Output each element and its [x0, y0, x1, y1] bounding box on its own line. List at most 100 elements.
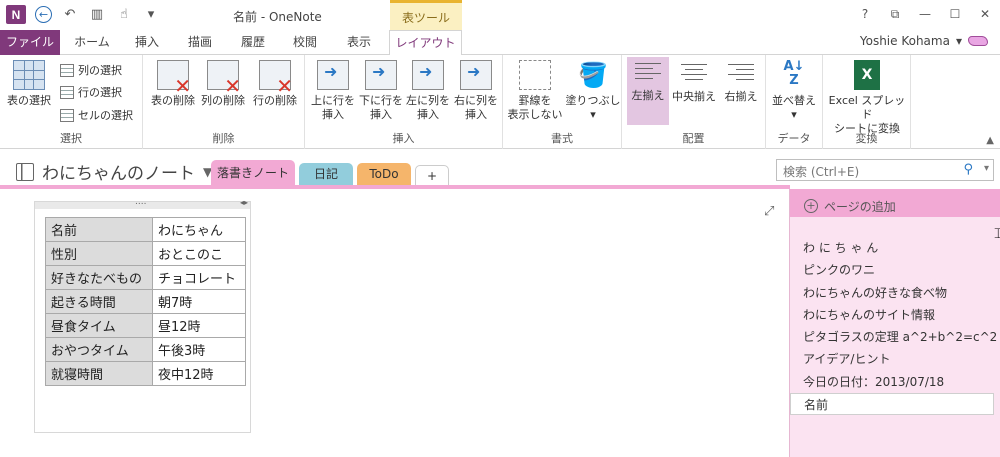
align-center-button[interactable]: 中央揃え: [671, 58, 717, 104]
table-cell-value[interactable]: わにちゃん: [152, 217, 246, 242]
page-list-item[interactable]: アイデア/ヒント: [790, 348, 1000, 370]
page-list: + ページの追加 わ に ち ゃ んピンクのワニ わにちゃんの好きな食べ物 わにちゃ…: [789, 189, 1000, 457]
tab-layout[interactable]: レイアウト: [389, 30, 462, 56]
user-account[interactable]: Yoshie Kohama ▾: [860, 34, 988, 48]
expand-icon[interactable]: ⤢: [764, 204, 774, 219]
table-cell-value[interactable]: 午後3時: [152, 337, 246, 362]
minimize-icon[interactable]: —: [910, 4, 940, 24]
group-label-align: 配置: [682, 132, 705, 145]
container-handle[interactable]: .... ◂▸: [35, 197, 250, 209]
table-tools-context-tab: 表ツール: [390, 0, 462, 30]
add-page-button[interactable]: + ページの追加: [790, 189, 1000, 217]
user-avatar-icon: [968, 36, 988, 46]
table-grid-icon: [13, 60, 45, 90]
search-icon[interactable]: ⚲: [963, 162, 973, 177]
resize-handle-icon[interactable]: ◂▸: [240, 198, 248, 207]
page-canvas[interactable]: .... ◂▸ 名前 わにちゃん 性別 おとこのこ 好きなたべもの チョコレート 起きる時間…: [0, 189, 789, 457]
touch-mode-icon[interactable]: ☝: [115, 6, 133, 24]
back-icon[interactable]: ←: [35, 6, 52, 23]
tab-home[interactable]: ホーム: [64, 30, 120, 55]
close-icon[interactable]: ✕: [970, 4, 1000, 24]
help-icon[interactable]: ?: [850, 4, 880, 24]
insert-row-above-button[interactable]: 上に行を 挿入: [311, 58, 355, 122]
table-row[interactable]: 名前 わにちゃん: [45, 217, 246, 242]
page-list-item[interactable]: わにちゃんのサイト情報: [790, 304, 1000, 326]
table-cell-key[interactable]: 昼食タイム: [45, 313, 153, 338]
sort-button[interactable]: A↓ Z 並べ替え ▾: [768, 58, 820, 122]
table-row[interactable]: 好きなたべもの チョコレート: [45, 265, 246, 290]
select-cell-button[interactable]: セルの選択: [60, 106, 133, 124]
group-format: 罫線を 表示しない 🪣 塗りつぶし ▾ 書式: [503, 55, 622, 149]
section-tab-rakugaki[interactable]: 落書きノート: [211, 160, 295, 186]
info-table[interactable]: 名前 わにちゃん 性別 おとこのこ 好きなたべもの チョコレート 起きる時間 朝7時 昼食タイム…: [45, 217, 246, 386]
table-cell-key[interactable]: おやつタイム: [45, 337, 153, 362]
table-row[interactable]: 昼食タイム 昼12時: [45, 313, 246, 338]
maximize-icon[interactable]: ☐: [940, 4, 970, 24]
align-left-button[interactable]: 左揃え: [627, 57, 669, 125]
plus-icon: +: [804, 199, 818, 213]
page-list-item[interactable]: ピタゴラスの定理 a^2+b^2=c^2: [790, 326, 1000, 348]
table-cell-key[interactable]: 好きなたべもの: [45, 265, 153, 290]
tab-file[interactable]: ファイル: [0, 30, 60, 55]
insert-column-right-button[interactable]: 右に列を 挿入: [453, 58, 499, 122]
tab-view[interactable]: 表示: [334, 30, 384, 55]
dock-icon[interactable]: ▥: [88, 6, 106, 24]
collapse-ribbon-icon[interactable]: ▲: [986, 135, 994, 146]
move-handle-icon[interactable]: ....: [135, 197, 146, 207]
page-list-item[interactable]: 名前: [790, 393, 994, 416]
insert-below-icon: [365, 60, 397, 90]
table-cell-key[interactable]: 性別: [45, 241, 153, 266]
convert-to-excel-button[interactable]: X Excel スプレッド シートに変換: [825, 58, 909, 136]
hide-borders-button[interactable]: 罫線を 表示しない: [505, 58, 565, 122]
table-cell-value[interactable]: チョコレート: [152, 265, 246, 290]
notebook-selector[interactable]: わにちゃんのノート ▼: [16, 159, 212, 184]
tab-draw[interactable]: 描画: [176, 30, 224, 55]
sort-dropdown-icon[interactable]: ▾: [768, 108, 820, 122]
tab-history[interactable]: 履歴: [230, 30, 276, 55]
delete-table-button[interactable]: 表の削除: [149, 58, 197, 108]
hide-borders-icon: [519, 60, 551, 90]
customize-qat-icon[interactable]: ▾: [142, 6, 160, 24]
page-list-item[interactable]: 今日の日付：2013/07/18: [790, 371, 1000, 393]
insert-column-left-button[interactable]: 左に列を 挿入: [405, 58, 451, 122]
shading-dropdown-icon[interactable]: ▾: [565, 108, 621, 122]
row-icon: [60, 85, 74, 99]
table-cell-key[interactable]: 名前: [45, 217, 153, 242]
page-list-item[interactable]: ピンクのワニ: [790, 259, 1000, 281]
insert-row-below-button[interactable]: 下に行を 挿入: [359, 58, 403, 122]
delete-row-button[interactable]: 行の削除: [250, 58, 300, 108]
table-row[interactable]: おやつタイム 午後3時: [45, 337, 246, 362]
ribbon: 表の選択 列の選択 行の選択 セルの選択 選択 表の削除 列の削除 行の削除 削…: [0, 55, 1000, 149]
align-right-button[interactable]: 右揃え: [720, 58, 762, 104]
table-row[interactable]: 起きる時間 朝7時: [45, 289, 246, 314]
search-input[interactable]: 検索 (Ctrl+E) ⚲ ▾: [776, 159, 994, 181]
table-cell-value[interactable]: 昼12時: [152, 313, 246, 338]
group-delete: 表の削除 列の削除 行の削除 削除: [143, 55, 305, 149]
select-table-button[interactable]: 表の選択: [4, 58, 54, 108]
table-cell-key[interactable]: 就寝時間: [45, 361, 153, 386]
table-row[interactable]: 性別 おとこのこ: [45, 241, 246, 266]
tab-review[interactable]: 校閲: [282, 30, 328, 55]
page-list-item[interactable]: わ に ち ゃ ん: [790, 237, 1000, 259]
tab-insert[interactable]: 挿入: [124, 30, 170, 55]
page-list-item[interactable]: わにちゃんの好きな食べ物: [790, 282, 1000, 304]
full-screen-icon[interactable]: ⧉: [880, 4, 910, 24]
window-controls: ? ⧉ — ☐ ✕: [850, 4, 1000, 24]
table-cell-value[interactable]: おとこのこ: [152, 241, 246, 266]
table-row[interactable]: 就寝時間 夜中12時: [45, 361, 246, 386]
user-dropdown-icon[interactable]: ▾: [956, 34, 962, 48]
table-cell-value[interactable]: 夜中12時: [152, 361, 246, 386]
shading-button[interactable]: 🪣 塗りつぶし ▾: [565, 58, 621, 122]
add-section-button[interactable]: +: [415, 165, 449, 186]
undo-icon[interactable]: ↶: [61, 6, 79, 24]
section-tab-diary[interactable]: 日記: [299, 163, 353, 186]
delete-column-button[interactable]: 列の削除: [199, 58, 247, 108]
group-label-data: データ: [777, 132, 811, 145]
table-cell-key[interactable]: 起きる時間: [45, 289, 153, 314]
section-tab-todo[interactable]: ToDo: [357, 163, 411, 186]
search-scope-dropdown-icon[interactable]: ▾: [984, 163, 989, 174]
table-cell-value[interactable]: 朝7時: [152, 289, 246, 314]
note-container[interactable]: .... ◂▸ 名前 わにちゃん 性別 おとこのこ 好きなたべもの チョコレート 起きる時間…: [34, 197, 251, 433]
select-row-button[interactable]: 行の選択: [60, 83, 122, 101]
select-column-button[interactable]: 列の選択: [60, 61, 122, 79]
